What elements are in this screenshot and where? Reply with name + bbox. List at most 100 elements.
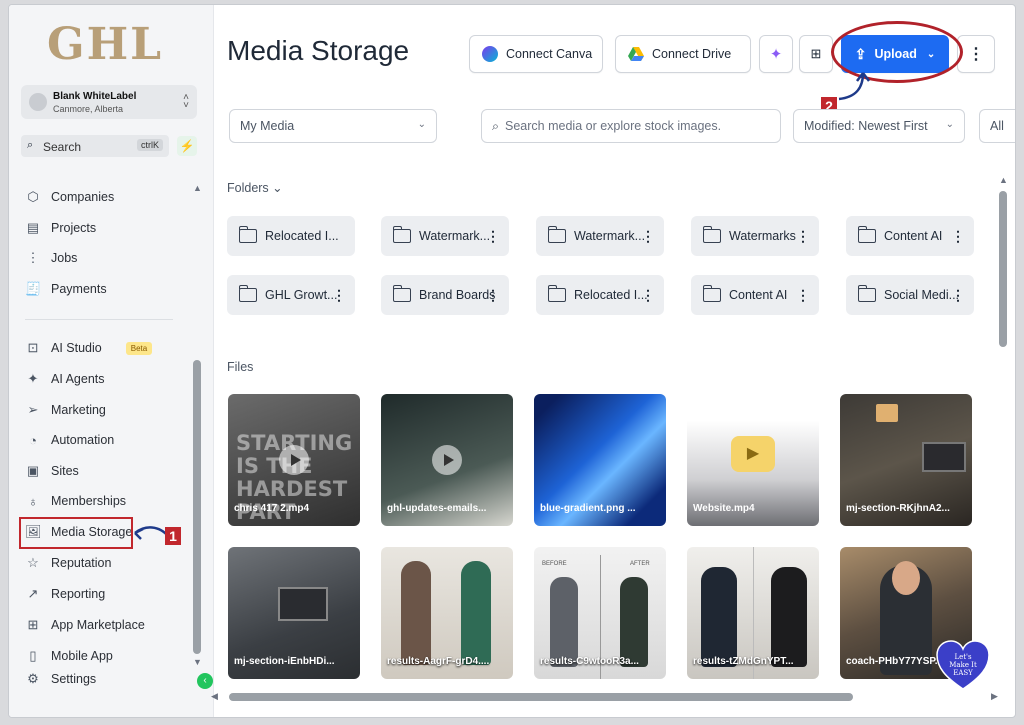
quick-action-bolt-icon[interactable]: ⚡ [177,136,197,156]
folder-icon [239,285,257,302]
folder-item[interactable]: Content AI ⋮ [691,275,819,315]
kebab-icon[interactable]: ⋮ [796,228,810,245]
file-thumbnail[interactable]: STARTING IS THE HARDEST PART chris 417 2… [228,394,360,526]
award-icon: ♁ [28,493,38,509]
main-scroll-up-arrow[interactable]: ▲ [999,175,1008,185]
play-icon [432,445,462,475]
folder-item[interactable]: Watermarks ⋮ [691,216,819,256]
kebab-icon[interactable]: ⋮ [796,287,810,304]
collapse-sidebar-icon[interactable]: ‹ [197,673,213,689]
file-thumbnail[interactable]: BEFORE AFTER results-C9wtooR3a... [534,547,666,679]
play-icon [279,445,309,475]
scroll-right-arrow[interactable]: ▶ [991,691,998,702]
person-after-shape [620,577,648,667]
file-thumbnail[interactable]: results-AagrF-grD4.... [381,547,513,679]
person-before-shape [701,567,737,667]
media-search-input[interactable]: ⌕ Search media or explore stock images. [481,109,781,143]
connect-drive-button[interactable]: Connect Drive [615,35,751,73]
sparkle-icon: ✦ [769,46,783,63]
main-horizontal-scrollbar[interactable] [229,693,853,701]
sidebar-item-app-marketplace[interactable]: ⊞ App Marketplace [25,614,145,636]
ai-studio-icon: ⊡ [27,340,39,355]
kebab-icon: ⋮ [968,46,984,63]
folder-item[interactable]: Watermark... ⋮ [536,216,664,256]
sidebar-item-companies[interactable]: ⬡ Companies [25,186,114,208]
media-source-select[interactable]: My Media ⌄ [229,109,437,143]
folder-icon [548,285,566,302]
folder-plus-icon: ⊞ [810,46,822,61]
folders-toggle[interactable]: Folders ⌄ [227,180,283,195]
scroll-up-arrow[interactable]: ▲ [193,183,202,193]
search-icon: ⌕ [492,118,500,133]
kebab-icon[interactable]: ⋮ [486,228,500,245]
sidebar-item-reputation[interactable]: ☆ Reputation [25,552,111,574]
sidebar-item-projects[interactable]: ▤ Projects [25,217,96,239]
folder-item[interactable]: Relocated I... [227,216,355,256]
badge-text: Let's Make It EASY [949,653,977,677]
canva-icon [482,46,498,62]
file-thumbnail[interactable]: mj-section-RKjhnA2... [840,394,972,526]
laptop-shape [922,442,966,472]
chevron-updown-icon: ˄ ˅ [183,92,189,111]
brand-logo: GHL [47,19,164,70]
person-before-shape [401,561,431,665]
folder-item[interactable]: Watermark... ⋮ [381,216,509,256]
sidebar-item-mobile-app[interactable]: ▯ Mobile App [25,645,112,667]
sidebar-item-automation[interactable]: ◔ Automation [25,429,114,451]
grid-icon: ⊞ [27,617,39,632]
file-thumbnail[interactable]: ghl-updates-emails... [381,394,513,526]
automation-icon: ◔ [29,432,37,448]
sidebar-item-ai-agents[interactable]: ✦ AI Agents [25,368,105,390]
page-title: Media Storage [227,35,410,66]
sidebar-item-payments[interactable]: 🧾 Payments [25,278,107,300]
account-avatar [29,93,47,111]
kebab-icon[interactable]: ⋮ [332,287,346,304]
chevron-down-icon: ⌄ [417,119,426,130]
main-vertical-scrollbar[interactable] [999,191,1007,347]
sidebar-item-memberships[interactable]: ♁ Memberships [25,490,126,512]
before-label: BEFORE [542,561,567,567]
sparkle-icon: ✦ [27,371,39,386]
new-folder-button[interactable]: ⊞ [799,35,833,73]
sidebar-item-reporting[interactable]: ↗ Reporting [25,583,106,605]
sidebar-search[interactable]: ⌕ Search ctrlK [21,135,169,157]
folder-item[interactable]: Content AI ⋮ [846,216,974,256]
highlight-media-storage [19,517,133,549]
kebab-icon[interactable]: ⋮ [951,287,965,304]
folder-item[interactable]: Social Medi... ⋮ [846,275,974,315]
file-thumbnail[interactable]: results-tZMdGnYPT... [687,547,819,679]
ai-sparkle-button[interactable]: ✦ [759,35,793,73]
sidebar-item-sites[interactable]: ▣ Sites [25,460,79,482]
folder-item[interactable]: Relocated I... ⋮ [536,275,664,315]
scroll-down-arrow[interactable]: ▼ [193,657,202,667]
folder-icon [393,226,411,243]
connect-canva-button[interactable]: Connect Canva [469,35,603,73]
sidebar-item-marketing[interactable]: ➢ Marketing [25,399,106,421]
video-file-icon: ▶ [731,436,775,472]
sidebar-item-ai-studio[interactable]: ⊡ AI Studio Beta [25,337,153,359]
folder-item[interactable]: Brand Boards ⋮ [381,275,509,315]
account-location: Canmore, Alberta [53,104,124,114]
file-thumbnail[interactable]: ▶ Website.mp4 [687,394,819,526]
file-thumbnail[interactable]: blue-gradient.png ... [534,394,666,526]
file-thumbnail[interactable]: mj-section-iEnbHDi... [228,547,360,679]
folder-icon [858,226,876,243]
kebab-icon[interactable]: ⋮ [641,287,655,304]
account-switcher[interactable]: Blank WhiteLabel Canmore, Alberta ˄ ˅ [21,85,197,119]
scroll-left-arrow[interactable]: ◀ [211,691,218,702]
after-label: AFTER [630,561,650,567]
phone-icon: ▯ [29,648,37,663]
folder-item[interactable]: GHL Growt... ⋮ [227,275,355,315]
sort-select[interactable]: Modified: Newest First ⌄ [793,109,965,143]
folder-icon [239,226,257,243]
building-icon: ⬡ [27,189,39,204]
sidebar-scrollbar[interactable] [193,360,201,654]
step1-marker: 1 [165,527,181,545]
face-shape [892,561,920,595]
sidebar-item-settings[interactable]: ⚙ Settings [25,668,96,690]
sidebar-item-jobs[interactable]: ⋮ Jobs [25,247,78,269]
kebab-icon[interactable]: ⋮ [486,287,500,304]
type-filter[interactable]: All [979,109,1015,143]
kebab-icon[interactable]: ⋮ [641,228,655,245]
kebab-icon[interactable]: ⋮ [951,228,965,245]
